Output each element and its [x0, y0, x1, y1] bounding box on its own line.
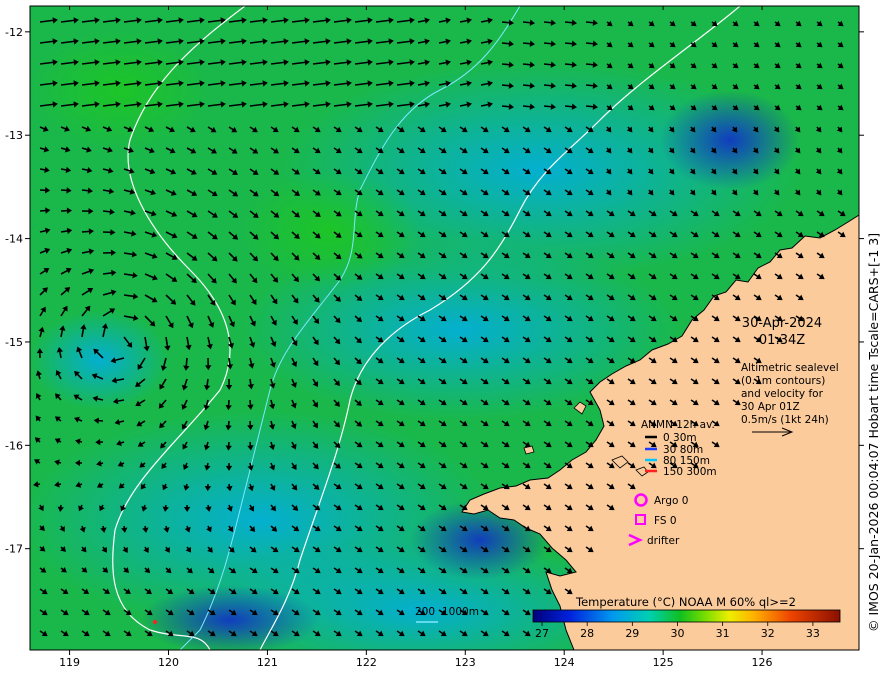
- altimetry-line-2: (0.1m contours): [741, 375, 825, 387]
- lat-tick-label: -12: [5, 26, 23, 39]
- altimetry-line-4: 30 Apr 01Z: [741, 401, 800, 413]
- drifter-label: drifter: [647, 535, 680, 547]
- colorbar: [532, 609, 841, 623]
- lon-tick-label: 123: [455, 656, 476, 669]
- contour-key-1000: 1000m: [442, 606, 479, 618]
- sst-map: 119 120 121 122 123 124 125 126 -12 -13 -14 -15 -16…: [5, 5, 864, 669]
- lon-tick-label: 126: [752, 656, 773, 669]
- altimetry-line-1: Altimetric sealevel: [741, 362, 839, 374]
- lat-tick-label: -13: [5, 129, 23, 142]
- argo-label: Argo 0: [654, 495, 688, 507]
- colorbar-tick-label: 33: [806, 627, 820, 640]
- anmn-label-150-300: 150 300m: [663, 466, 717, 478]
- anmn-legend-title: ANMN 12h av.: [641, 419, 715, 431]
- lon-tick-label: 124: [554, 656, 575, 669]
- lat-tick-label: -16: [5, 439, 23, 452]
- contour-key-200: 200: [415, 606, 435, 618]
- colorbar-tick-label: 32: [761, 627, 775, 640]
- colorbar-tick-label: 31: [716, 627, 730, 640]
- colorbar-tick-label: 30: [670, 627, 684, 640]
- lat-tick-label: -15: [5, 336, 23, 349]
- colorbar-tick-label: 27: [535, 627, 549, 640]
- map-time: 01:34Z: [759, 333, 805, 348]
- lon-tick-label: 125: [653, 656, 674, 669]
- altimetry-line-5: 0.5m/s (1kt 24h): [741, 414, 829, 426]
- lon-tick-label: 119: [59, 656, 80, 669]
- lat-tick-label: -14: [5, 233, 23, 246]
- lat-tick-label: -17: [5, 543, 23, 556]
- map-date: 30-Apr-2024: [742, 316, 822, 331]
- lon-tick-label: 122: [356, 656, 377, 669]
- fs-label: FS 0: [654, 515, 677, 527]
- lon-tick-label: 120: [158, 656, 179, 669]
- lon-tick-label: 121: [257, 656, 278, 669]
- credit-text: © IMOS 20-Jan-2026 00:04:07 Hobart time …: [866, 232, 880, 632]
- anmn-label-0-30: 0 30m: [663, 432, 697, 444]
- colorbar-tick-label: 29: [625, 627, 639, 640]
- colorbar-title: Temperature (°C) NOAA M 60% ql>=2: [575, 595, 796, 609]
- colorbar-tick-label: 28: [580, 627, 594, 640]
- altimetry-line-3: and velocity for: [741, 388, 824, 400]
